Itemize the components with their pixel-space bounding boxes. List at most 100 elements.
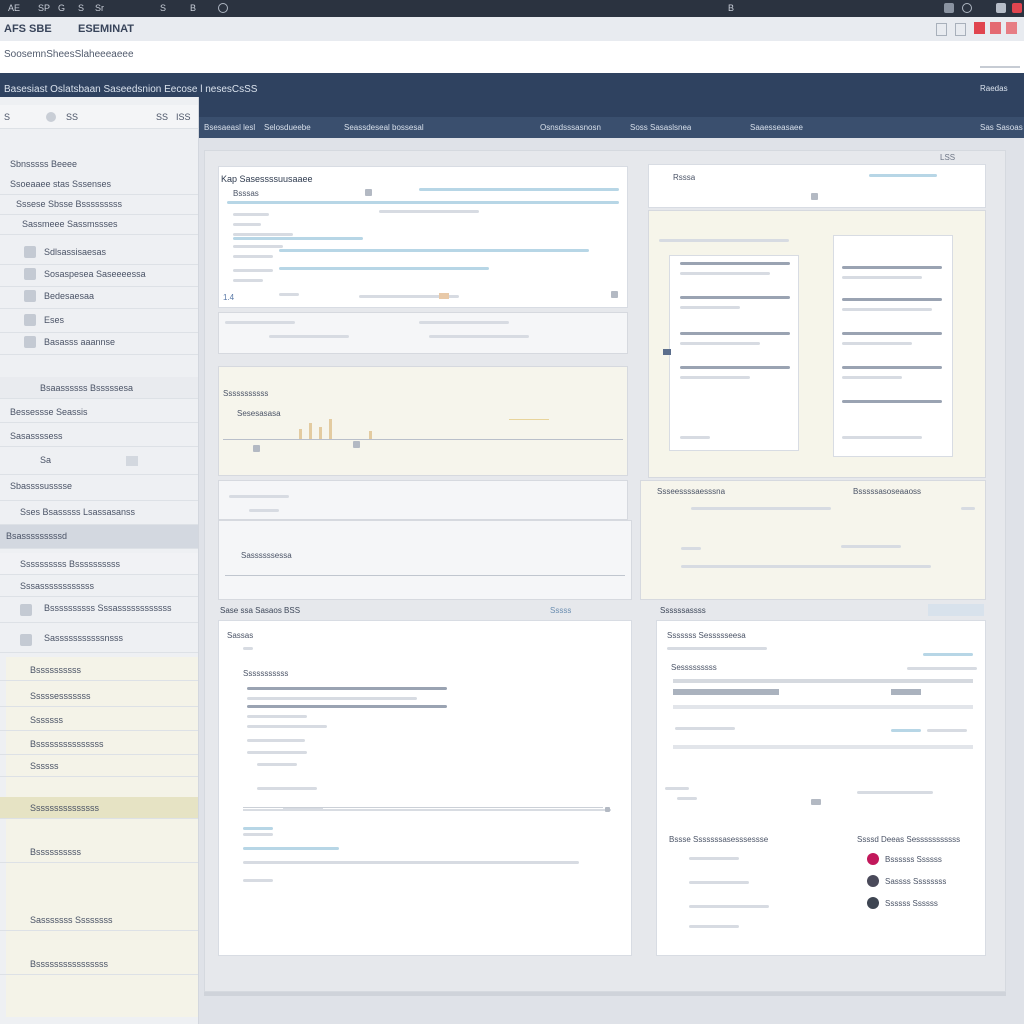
subnav-item-1[interactable]: Bsesaeasl lesl — [204, 123, 255, 132]
record-icon[interactable] — [990, 22, 1001, 34]
address-value[interactable]: SoosemnSheesSlaheeeaeee — [4, 49, 134, 60]
text-line — [247, 739, 305, 742]
menu-icon[interactable] — [944, 3, 954, 13]
filter-button[interactable] — [928, 604, 984, 616]
sidebar-item[interactable]: Bsssssssssssssss — [0, 733, 198, 755]
sidebar-item[interactable]: Sssssss — [0, 709, 198, 731]
subnav-item-3[interactable]: Seassdeseal bossesal — [344, 123, 424, 132]
doc-icon[interactable] — [936, 23, 947, 36]
page-indicator[interactable]: 1.4 — [223, 293, 234, 302]
sidebar-top-label-2[interactable]: SS — [66, 112, 78, 122]
chart-bar — [319, 427, 322, 439]
tag-icon — [24, 314, 36, 326]
os-item-5[interactable]: Sr — [95, 3, 104, 13]
bookmark-icon[interactable] — [663, 349, 671, 355]
slider-handle[interactable] — [605, 807, 610, 812]
subnav-item-4[interactable]: Osnsdsssasnosn — [540, 123, 601, 132]
chart-point[interactable] — [353, 441, 360, 448]
user-icon[interactable] — [996, 3, 1006, 13]
sidebar-item[interactable]: Sa — [0, 449, 198, 475]
horizontal-scrollbar[interactable] — [204, 992, 1006, 996]
text-line — [675, 727, 735, 730]
sidebar-item[interactable]: Sses Bsasssss Lsassasanss — [0, 501, 198, 525]
sidebar-item[interactable]: Ssoeaaee stas Sssenses — [0, 173, 198, 195]
sidebar-item[interactable]: Bssssssssss — [0, 659, 198, 681]
sidebar-item-label: Sasssssssssssnsss — [44, 633, 124, 643]
sidebar-item[interactable]: Sbassssusssse — [0, 475, 198, 501]
text-line — [689, 925, 739, 928]
os-item-1[interactable]: AE — [8, 3, 20, 13]
sidebar-item[interactable]: Bssssssssss Sssassssssssssss — [0, 597, 198, 623]
subnav-item-2[interactable]: Selosdueebe — [264, 123, 311, 132]
os-item-4[interactable]: S — [78, 3, 84, 13]
os-item-6[interactable]: S — [160, 3, 166, 13]
text-line — [233, 255, 273, 258]
text-line — [257, 787, 317, 790]
sidebar-item[interactable]: Bssssssssssssssss — [0, 953, 198, 975]
expand-icon[interactable] — [611, 291, 618, 298]
sidebar-item-label: Basasss aaannse — [44, 337, 116, 347]
sidebar-item[interactable]: Sosaspesea Saseeeessa — [0, 263, 198, 287]
subnav-item-6[interactable]: Saaesseasaee — [750, 123, 803, 132]
avatar[interactable] — [867, 875, 879, 887]
table-row[interactable] — [673, 745, 973, 749]
nav-right-text[interactable]: Raedas — [980, 84, 1008, 93]
sidebar-item[interactable]: Sdlsassisaesas — [0, 241, 198, 265]
table-row[interactable] — [673, 689, 779, 695]
section-tag[interactable]: Sssss — [550, 606, 571, 615]
sidebar-top-label-1[interactable]: S — [4, 112, 10, 122]
chart-point[interactable] — [253, 445, 260, 452]
sidebar-item[interactable]: Sssssesssssss — [0, 685, 198, 707]
person-name[interactable]: Sassss Ssssssss — [885, 877, 946, 886]
sidebar-item-selected[interactable]: Sssssssssssssss — [0, 797, 198, 819]
close-tab-icon[interactable] — [974, 22, 985, 34]
text-line — [233, 237, 363, 240]
text-line — [379, 210, 479, 213]
table-cell[interactable] — [891, 689, 921, 695]
sidebar-item[interactable]: Bssssssssss — [0, 841, 198, 863]
sidebar-item[interactable]: Bedesaesaa — [0, 285, 198, 309]
stop-icon[interactable] — [1006, 22, 1017, 34]
text-line — [247, 705, 447, 708]
text-line — [667, 647, 767, 650]
person-name[interactable]: Ssssss Ssssss — [885, 899, 938, 908]
panel-section: Sssssssssss — [243, 669, 289, 678]
person-name[interactable]: Bssssss Ssssss — [885, 855, 942, 864]
sidebar-group-header[interactable]: Bsasssssssssd — [0, 525, 198, 549]
sidebar-top-label-3[interactable]: SS — [156, 112, 168, 122]
sidebar-item[interactable]: Sasassssess — [0, 425, 198, 447]
sidebar-item[interactable]: Basasss aaannse — [0, 331, 198, 355]
panel-mid-bar — [218, 480, 628, 520]
sidebar-top-label-4[interactable]: ISS — [176, 112, 191, 122]
info-icon[interactable] — [811, 799, 821, 805]
settings-icon[interactable] — [46, 112, 56, 122]
sidebar-item[interactable]: Sasssssss Ssssssss — [0, 909, 198, 931]
sidebar-item[interactable]: Eses — [0, 309, 198, 333]
sidebar-item[interactable]: Sbnsssss Beeee — [0, 153, 198, 175]
search-icon[interactable] — [962, 3, 972, 13]
text-line — [233, 269, 273, 272]
copy-icon[interactable] — [955, 23, 966, 36]
os-item-2[interactable]: SP — [38, 3, 50, 13]
sidebar-item[interactable]: Sssassssssssssss — [0, 575, 198, 597]
dropdown-icon[interactable] — [811, 193, 818, 200]
sidebar-item[interactable]: Sssese Sbsse Bsssssssss — [0, 193, 198, 215]
os-item-3[interactable]: G — [58, 3, 65, 13]
sidebar-section-header[interactable]: Bsaassssss Bsssssesa — [0, 377, 198, 399]
os-item-7[interactable]: B — [190, 3, 196, 13]
sidebar-item[interactable]: Ssssss — [0, 755, 198, 777]
subnav-right[interactable]: Sas Sasoas — [980, 123, 1023, 132]
sidebar-item[interactable]: Ssssssssss Bssssssssss — [0, 553, 198, 575]
sidebar-item[interactable]: Bessessse Seassis — [0, 401, 198, 423]
avatar[interactable] — [867, 853, 879, 865]
sidebar-item[interactable]: Sasssssssssssnsss — [0, 627, 198, 653]
avatar[interactable] — [867, 897, 879, 909]
dropdown-icon[interactable] — [365, 189, 372, 196]
sidebar-item[interactable]: Sassmeee Sassmssses — [0, 213, 198, 235]
address-bar[interactable]: SoosemnSheesSlaheeeaeee — [0, 41, 1024, 74]
subnav-item-5[interactable]: Soss Sasaslsnea — [630, 123, 691, 132]
marker — [439, 293, 449, 299]
table-row[interactable] — [673, 705, 973, 709]
sidebar-item-label: Sbnsssss Beeee — [10, 159, 78, 169]
notification-icon[interactable] — [1012, 3, 1022, 13]
